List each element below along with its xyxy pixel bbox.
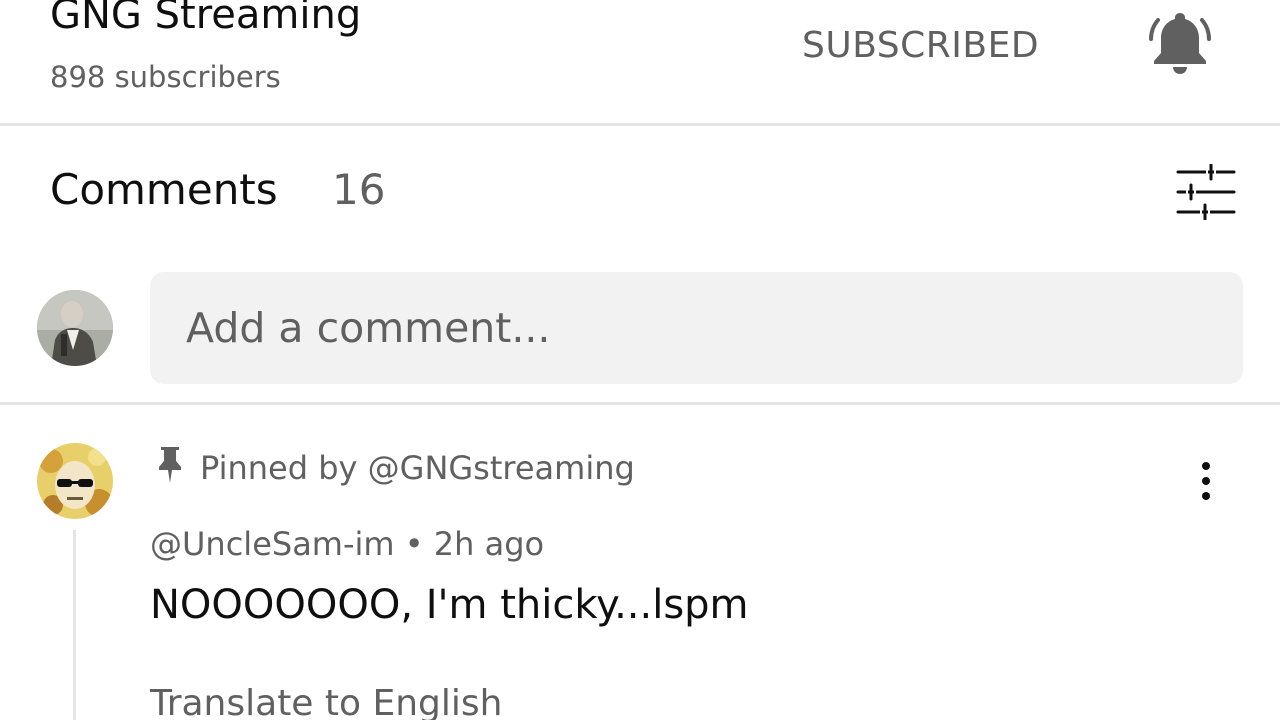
commenter-avatar[interactable] [37,443,113,519]
translate-link[interactable]: Translate to English [150,683,502,720]
commenter-avatar-image [37,443,113,519]
comment-time: 2h ago [433,525,545,563]
comment-more-button[interactable] [1180,455,1232,507]
subscriber-count: 898 subscribers [50,60,281,94]
thread-line [73,530,76,720]
user-avatar [37,290,113,366]
pinned-by-label: Pinned by @GNGstreaming [200,449,635,487]
sliders-icon [1176,164,1236,220]
comment-meta: @UncleSam-im • 2h ago [150,525,544,563]
comments-count: 16 [332,165,386,214]
notification-bell-button[interactable] [1140,6,1220,82]
user-avatar-image [37,290,113,366]
add-comment-input[interactable] [150,272,1243,384]
sort-comments-button[interactable] [1166,157,1246,227]
comment-item: Pinned by @GNGstreaming @UncleSam-im • 2… [0,405,1280,720]
comment-text: NOOOOOOO, I'm thicky...lspm [150,582,749,628]
pin-icon [159,447,181,483]
comments-title: Comments [50,165,278,214]
comments-header: Comments 16 [0,129,1280,405]
more-vertical-icon [1202,462,1210,500]
subscribed-button[interactable]: SUBSCRIBED [790,18,1051,72]
channel-header: GNG Streaming 898 subscribers SUBSCRIBED [0,0,1280,126]
meta-separator: • [394,525,434,563]
channel-name[interactable]: GNG Streaming [50,0,361,38]
bell-icon [1149,13,1211,74]
comment-author[interactable]: @UncleSam-im [150,525,395,563]
